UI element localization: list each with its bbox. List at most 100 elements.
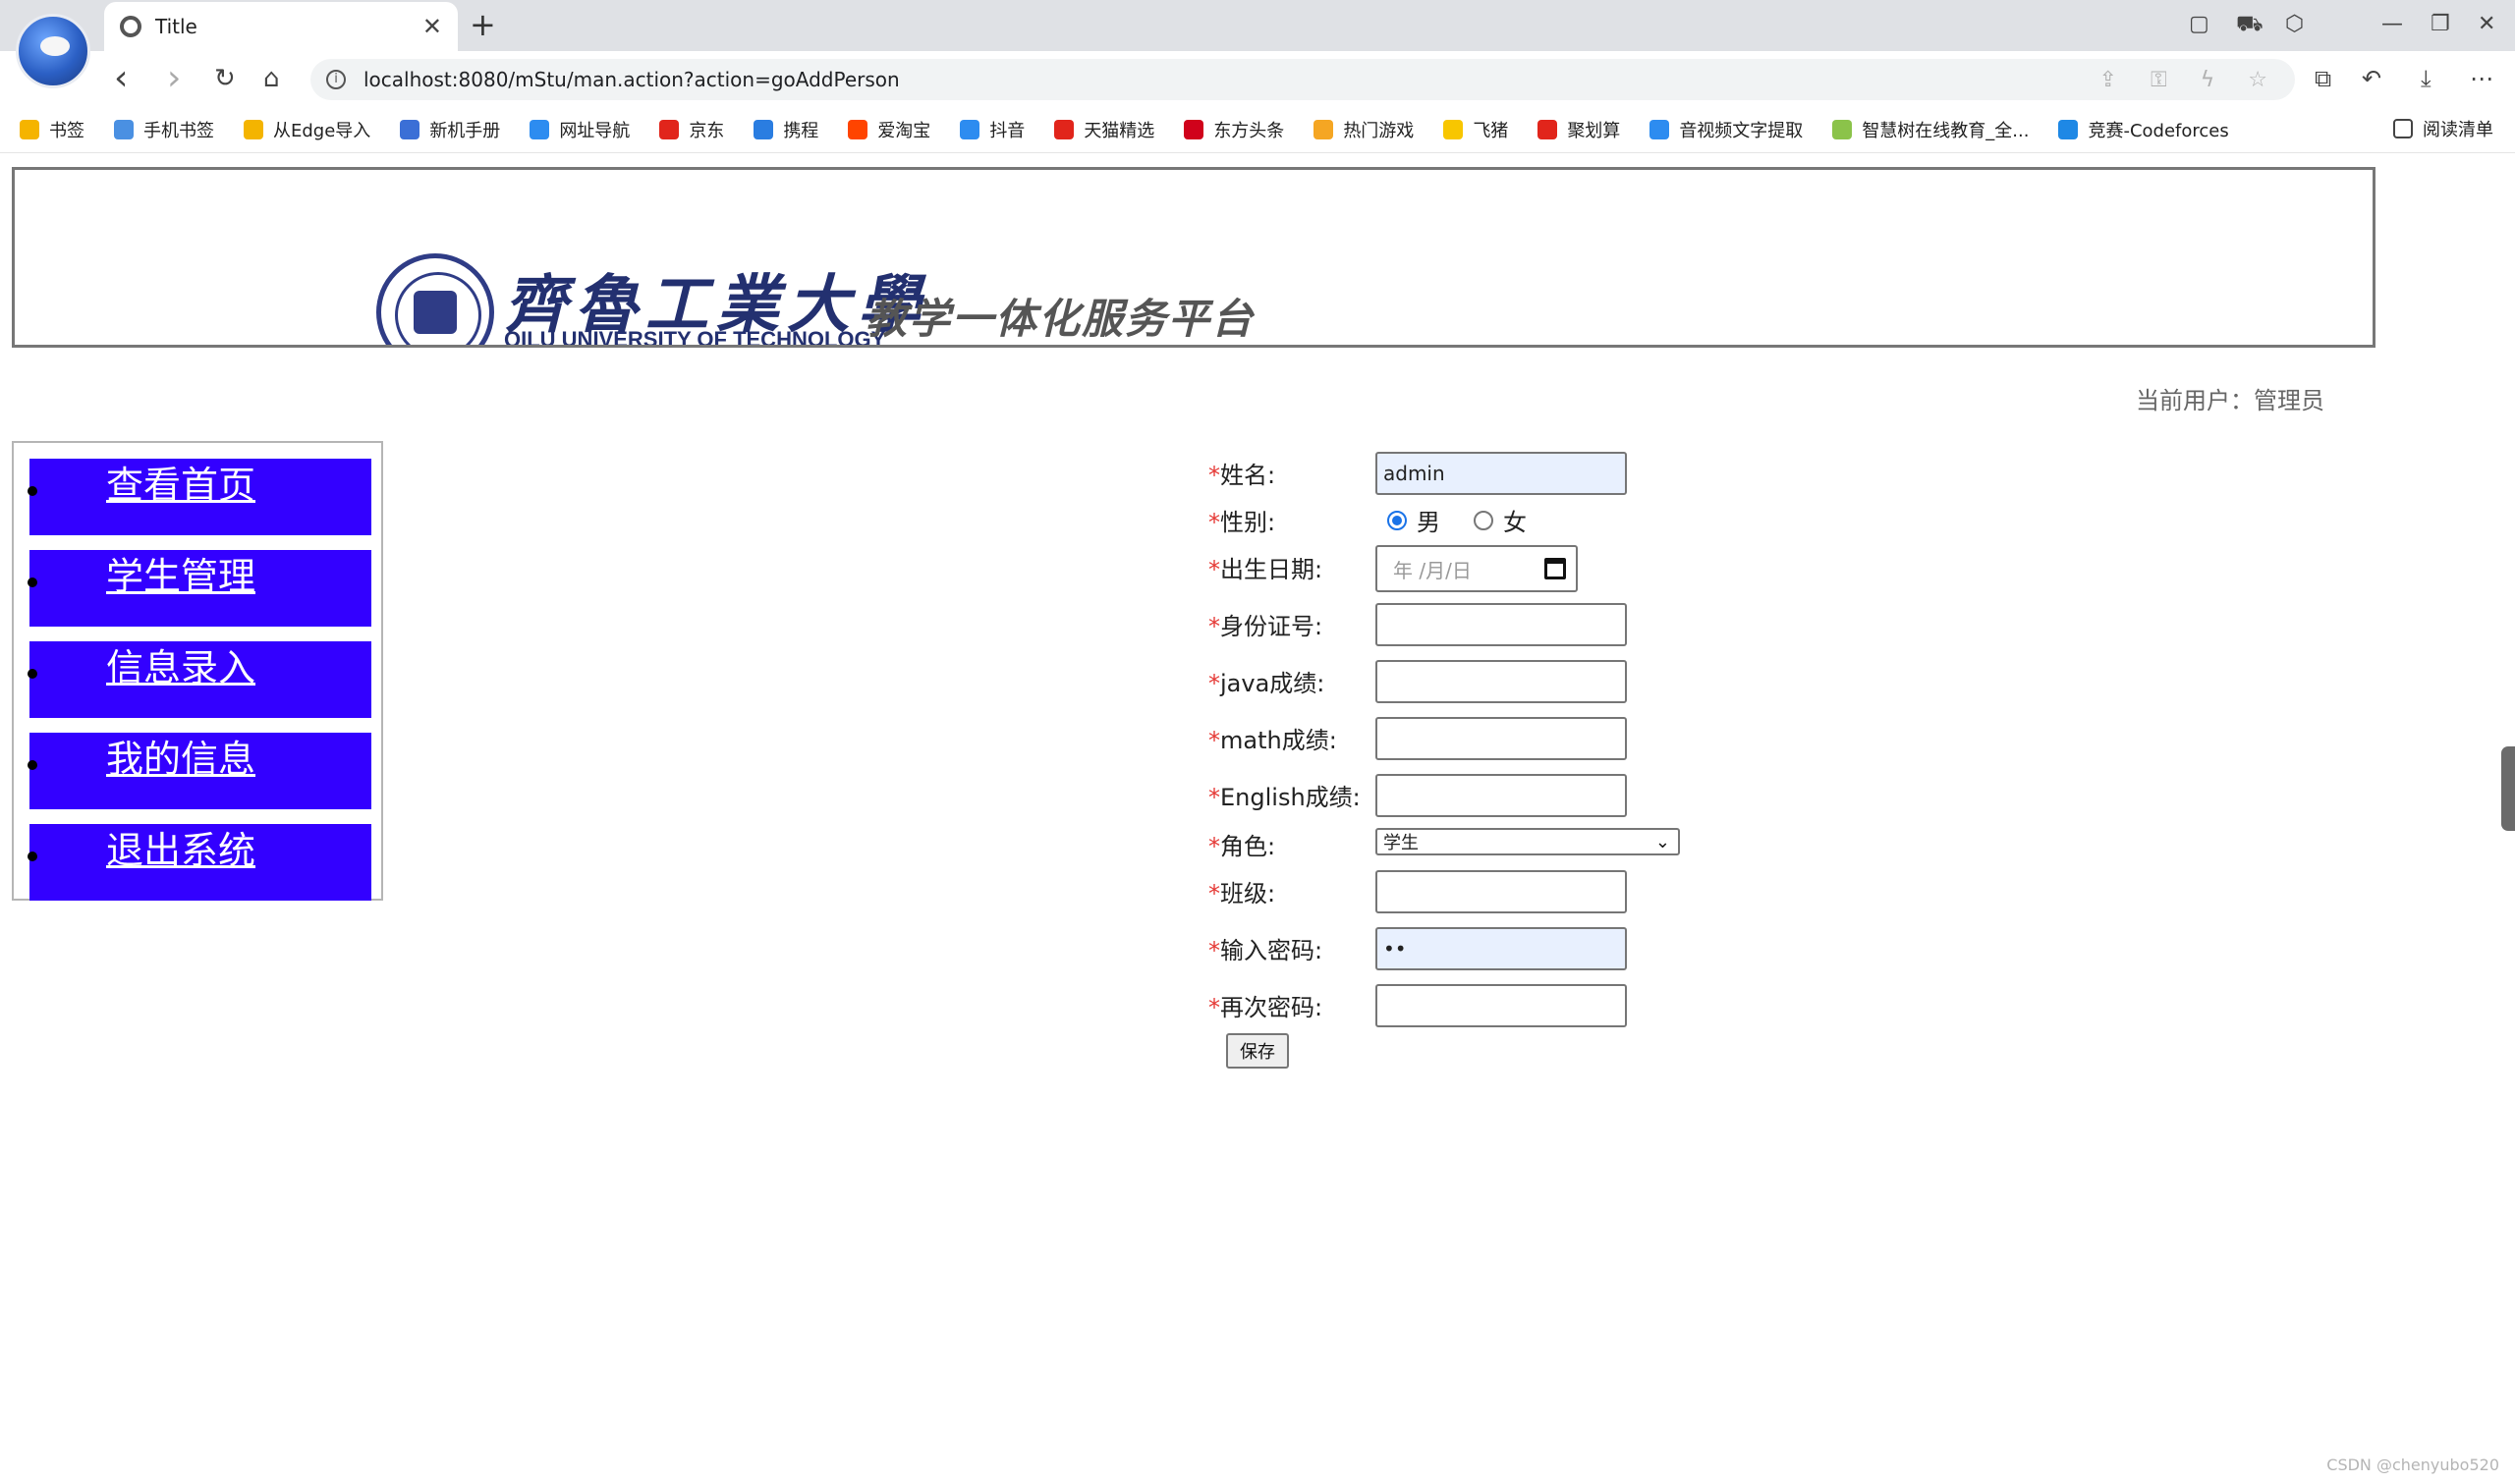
bookmark-favicon-icon [1649, 119, 1670, 139]
bullet-icon [28, 852, 37, 861]
bookmarks-bar: 书签 手机书签 从Edge导入 新机手册 网址导航 京东 携程 爱淘宝 抖音 天猫精选 东方头条 热门… [0, 106, 2515, 153]
sidebar-item-my-info[interactable]: 我的信息 [28, 733, 371, 809]
bookmark-item[interactable]: 爱淘宝 [848, 117, 930, 142]
split-screen-icon[interactable]: ▢ [2189, 10, 2209, 39]
bookmark-label: 爱淘宝 [877, 120, 931, 141]
bookmark-item[interactable]: 智慧树在线教育_全... [1832, 117, 2029, 142]
url-text[interactable]: localhost:8080/mStu/man.action?action=go… [363, 68, 2099, 91]
gender-male-label: 男 [1417, 509, 1440, 536]
sidebar-link[interactable]: 学生管理 [106, 552, 255, 601]
collections-icon[interactable]: ⛟ [2236, 10, 2264, 39]
back-button[interactable]: ‹ [114, 61, 128, 96]
extensions-bar-icon[interactable]: ⬡ [2285, 10, 2304, 39]
birth-date-input[interactable]: 年 /月/日 [1375, 545, 1578, 592]
bookmark-item[interactable]: 聚划算 [1537, 117, 1620, 142]
gender-female-radio[interactable] [1474, 510, 1493, 530]
java-score-label: *java成绩: [1208, 670, 1325, 697]
class-label: *班级: [1208, 880, 1276, 907]
side-panel-handle[interactable] [2501, 746, 2515, 831]
bookmark-item[interactable]: 东方头条 [1184, 117, 1284, 142]
address-bar[interactable]: i localhost:8080/mStu/man.action?action=… [310, 59, 2295, 100]
bookmark-item[interactable]: 携程 [754, 117, 818, 142]
sidebar-menu: 查看首页 学生管理 信息录入 我的信息 退出系统 [12, 441, 383, 901]
name-label: *姓名: [1208, 462, 1276, 489]
id-number-input[interactable] [1375, 603, 1627, 646]
bookmark-label: 竞赛-Codeforces [2088, 120, 2229, 141]
bookmark-item[interactable]: 飞猪 [1443, 117, 1508, 142]
home-button[interactable]: ⌂ [263, 61, 280, 96]
sidebar-item-home[interactable]: 查看首页 [28, 459, 371, 535]
bolt-icon[interactable]: ϟ [2201, 68, 2215, 92]
bookmark-item[interactable]: 从Edge导入 [244, 117, 370, 142]
bookmark-item[interactable]: 新机手册 [400, 117, 500, 142]
bookmark-item[interactable]: 竞赛-Codeforces [2058, 117, 2229, 142]
calendar-icon[interactable] [1544, 558, 1566, 579]
school-banner: 齊魯工業大學 QILU UNIVERSITY OF TECHNOLOGY 教学一… [12, 167, 2375, 348]
gender-label: *性别: [1208, 509, 1276, 536]
bookmark-favicon-icon [1443, 119, 1464, 139]
school-name-en: QILU UNIVERSITY OF TECHNOLOGY [504, 327, 886, 348]
forward-button[interactable]: › [167, 61, 181, 96]
math-score-input[interactable] [1375, 717, 1627, 760]
profile-avatar[interactable] [16, 14, 90, 88]
math-score-label: *math成绩: [1208, 727, 1337, 754]
bookmark-favicon-icon [659, 119, 680, 139]
sidebar-item-logout[interactable]: 退出系统 [28, 824, 371, 901]
java-score-input[interactable] [1375, 660, 1627, 703]
restore-button[interactable]: ❐ [2431, 10, 2450, 39]
sidebar-link[interactable]: 退出系统 [106, 826, 255, 875]
bookmark-favicon-icon [20, 119, 39, 139]
role-label: *角色: [1208, 833, 1276, 860]
close-window-button[interactable]: ✕ [2478, 10, 2495, 39]
minimize-button[interactable]: — [2381, 10, 2403, 39]
bookmark-label: 飞猪 [1473, 120, 1509, 141]
sidebar-item-students[interactable]: 学生管理 [28, 550, 371, 627]
bookmark-item[interactable]: 热门游戏 [1313, 117, 1414, 142]
site-info-icon[interactable]: i [326, 70, 346, 89]
name-input[interactable]: admin [1375, 452, 1627, 495]
class-input[interactable] [1375, 870, 1627, 913]
extensions-icon[interactable]: ⧉ [2315, 63, 2331, 94]
bookmark-favicon-icon [754, 119, 774, 139]
more-menu-icon[interactable]: ⋯ [2470, 63, 2493, 94]
download-icon[interactable]: ⤓ [2421, 63, 2431, 94]
bookmark-item[interactable]: 抖音 [960, 117, 1025, 142]
english-score-input[interactable] [1375, 774, 1627, 817]
password-label: *输入密码: [1208, 937, 1323, 964]
reading-list-button[interactable]: 阅读清单 [2393, 116, 2493, 141]
bookmark-favicon-icon [530, 119, 550, 139]
browser-tab[interactable]: Title ✕ [104, 2, 458, 51]
role-select[interactable]: 学生 ⌄ [1375, 828, 1680, 855]
confirm-password-input[interactable] [1375, 984, 1627, 1027]
bookmark-label: 智慧树在线教育_全... [1862, 120, 2030, 141]
bookmark-label: 书签 [49, 120, 84, 141]
history-icon[interactable]: ↶ [2362, 63, 2381, 94]
bookmark-item[interactable]: 京东 [659, 117, 724, 142]
bookmark-item[interactable]: 音视频文字提取 [1649, 117, 1803, 142]
share-icon[interactable]: ⇪ [2099, 68, 2117, 92]
password-input[interactable]: •• [1375, 927, 1627, 970]
bookmark-favicon-icon [1832, 119, 1853, 139]
bookmark-label: 新机手册 [429, 120, 501, 141]
tab-close-icon[interactable]: ✕ [422, 13, 442, 40]
sidebar-link[interactable]: 信息录入 [106, 643, 255, 692]
reload-button[interactable]: ↻ [214, 61, 236, 96]
new-tab-button[interactable]: + [470, 8, 496, 41]
bookmark-label: 天猫精选 [1084, 120, 1155, 141]
gender-male-radio[interactable] [1387, 510, 1407, 530]
sidebar-item-entry[interactable]: 信息录入 [28, 641, 371, 718]
bookmark-item[interactable]: 手机书签 [114, 117, 214, 142]
role-selected-value: 学生 [1383, 833, 1419, 853]
tab-title: Title [155, 15, 197, 38]
bullet-icon [28, 669, 37, 679]
favorite-star-icon[interactable]: ☆ [2248, 68, 2267, 92]
bookmark-favicon-icon [960, 119, 980, 139]
bookmark-item[interactable]: 天猫精选 [1054, 117, 1154, 142]
save-button[interactable]: 保存 [1226, 1033, 1289, 1069]
sidebar-link[interactable]: 查看首页 [106, 461, 255, 510]
bookmark-item[interactable]: 书签 [20, 117, 84, 142]
key-icon[interactable]: ⚿ [2151, 68, 2167, 92]
bookmark-item[interactable]: 网址导航 [530, 117, 630, 142]
sidebar-link[interactable]: 我的信息 [106, 735, 255, 784]
confirm-password-label: *再次密码: [1208, 994, 1323, 1021]
